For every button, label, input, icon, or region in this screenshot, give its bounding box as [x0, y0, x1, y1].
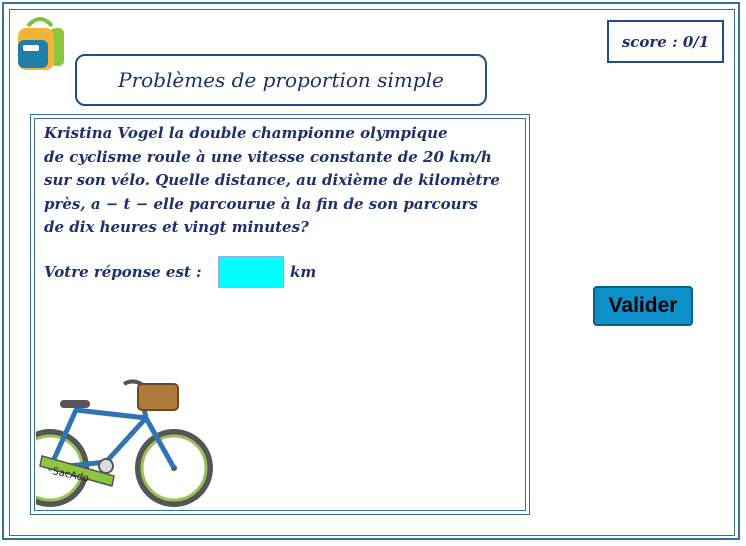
- validate-button[interactable]: Valider: [593, 286, 693, 326]
- page-title: Problèmes de proportion simple: [75, 54, 487, 106]
- answer-label: Votre réponse est :: [44, 263, 202, 281]
- question-line: de cyclisme roule à une vitesse constant…: [44, 147, 492, 166]
- page-title-text: Problèmes de proportion simple: [118, 68, 444, 92]
- answer-input[interactable]: [218, 256, 284, 288]
- question-line: sur son vélo. Quelle distance, au dixièm…: [44, 171, 500, 189]
- score-text: score : 0/1: [621, 32, 710, 51]
- unit-label: km: [290, 263, 317, 281]
- score-badge: score : 0/1: [607, 20, 724, 63]
- question-line: de dix heures et vingt minutes?: [44, 218, 309, 236]
- backpack-icon: [18, 17, 64, 70]
- question-line: Kristina Vogel la double championne olym…: [44, 124, 448, 142]
- question-line: près, a − t − elle parcourue à la fin de…: [44, 194, 478, 213]
- bicycle-illustration: SacAdo: [36, 379, 213, 507]
- question-text: Kristina Vogel la double championne olym…: [44, 122, 524, 240]
